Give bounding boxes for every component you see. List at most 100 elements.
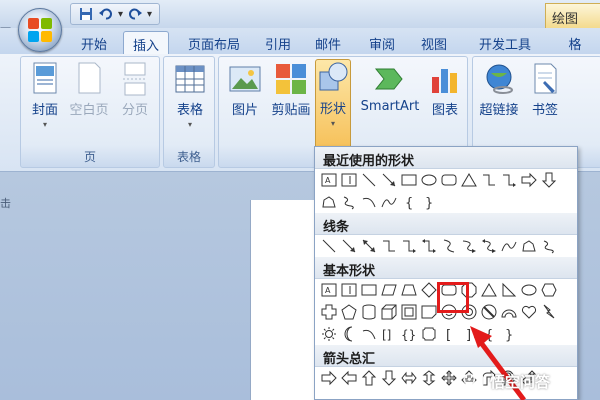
parallelogram-icon[interactable] <box>379 280 399 300</box>
tab-format[interactable]: 格 <box>560 31 590 55</box>
dropdown-arrow-icon: ▾ <box>42 120 47 129</box>
undo-icon[interactable] <box>97 6 115 22</box>
right-arrow-icon[interactable] <box>519 170 539 190</box>
clip-art-icon <box>273 61 309 97</box>
curved-connector-icon[interactable] <box>439 236 459 256</box>
isosceles-triangle-icon[interactable] <box>479 280 499 300</box>
hyperlink-button[interactable]: 超链接 <box>477 61 521 118</box>
arc-icon[interactable] <box>359 192 379 212</box>
tab-home[interactable]: 开始 <box>74 31 114 55</box>
redo-icon[interactable] <box>126 6 144 22</box>
up-arrow-icon[interactable] <box>359 368 379 388</box>
clip-art-button[interactable]: 剪贴画 <box>269 61 313 118</box>
shape-row-lines <box>315 235 577 257</box>
scribble-icon[interactable] <box>339 192 359 212</box>
elbow-arrow-connector-icon[interactable] <box>499 170 519 190</box>
elbow-connector-icon[interactable] <box>479 170 499 190</box>
dropdown-arrow-icon: ▾ <box>187 120 192 129</box>
picture-button[interactable]: 图片 <box>223 61 267 118</box>
right-triangle-icon[interactable] <box>499 280 519 300</box>
elbow-arrow-connector-icon[interactable] <box>399 236 419 256</box>
left-arrow-icon[interactable] <box>339 368 359 388</box>
tab-insert[interactable]: 插入 <box>123 31 169 55</box>
curved-double-arrow-connector-icon[interactable] <box>479 236 499 256</box>
arrow-line-icon[interactable] <box>339 236 359 256</box>
cover-page-button[interactable]: 封面 ▾ <box>23 61 67 129</box>
double-arrow-line-icon[interactable] <box>359 236 379 256</box>
oval-icon[interactable] <box>519 280 539 300</box>
undo-dropdown-icon[interactable]: ▾ <box>118 9 123 20</box>
bevel-icon[interactable] <box>399 302 419 322</box>
up-down-arrow-icon[interactable] <box>419 368 439 388</box>
shapes-button[interactable]: 形状 ▾ <box>315 59 351 149</box>
double-brace-icon[interactable]: {} <box>399 324 419 344</box>
selected-shape-highlight <box>437 282 469 313</box>
vertical-text-box-icon[interactable] <box>339 280 359 300</box>
cover-page-icon <box>27 61 63 97</box>
freeform-icon[interactable] <box>519 236 539 256</box>
pentagon-icon[interactable] <box>339 302 359 322</box>
left-bracket-icon[interactable]: [ <box>439 324 459 344</box>
office-button[interactable] <box>18 8 62 52</box>
right-arrow-icon[interactable] <box>319 368 339 388</box>
quick-access-toolbar: ▾ ▾ <box>70 3 161 25</box>
tab-view[interactable]: 视图 <box>414 31 454 55</box>
line-icon[interactable] <box>359 170 379 190</box>
blank-page-button[interactable]: 空白页 <box>67 61 111 118</box>
arrow-line-icon[interactable] <box>379 170 399 190</box>
ribbon-tabs: 开始 插入 页面布局 引用 邮件 审阅 视图 开发工具 格 <box>0 28 600 55</box>
curved-arrow-connector-icon[interactable] <box>459 236 479 256</box>
plaque-icon[interactable] <box>419 324 439 344</box>
drawing-tools-context-tab[interactable]: 绘图 <box>545 3 600 29</box>
vertical-text-box-icon[interactable] <box>339 170 359 190</box>
triangle-icon[interactable] <box>459 170 479 190</box>
elbow-connector-icon[interactable] <box>379 236 399 256</box>
line-icon[interactable] <box>319 236 339 256</box>
tab-page-layout[interactable]: 页面布局 <box>180 31 248 55</box>
rectangle-icon[interactable] <box>359 280 379 300</box>
chart-button[interactable]: 图表 <box>423 61 467 118</box>
left-brace-icon[interactable]: { <box>399 192 419 212</box>
bookmark-button[interactable]: 书签 <box>523 61 567 118</box>
elbow-double-arrow-connector-icon[interactable] <box>419 236 439 256</box>
rounded-rectangle-icon[interactable] <box>439 170 459 190</box>
trapezoid-icon[interactable] <box>399 280 419 300</box>
down-arrow-icon[interactable] <box>539 170 559 190</box>
tab-developer[interactable]: 开发工具 <box>468 31 542 55</box>
curve-icon[interactable] <box>499 236 519 256</box>
svg-text:A: A <box>325 286 331 295</box>
customize-icon[interactable]: ▾ <box>147 9 152 20</box>
tab-references[interactable]: 引用 <box>258 31 298 55</box>
cube-icon[interactable] <box>379 302 399 322</box>
quad-arrow-icon[interactable] <box>439 368 459 388</box>
can-icon[interactable] <box>359 302 379 322</box>
text-box-icon[interactable]: A <box>319 280 339 300</box>
svg-text:A: A <box>325 176 331 185</box>
double-bracket-icon[interactable]: [] <box>379 324 399 344</box>
diamond-icon[interactable] <box>419 280 439 300</box>
lightning-bolt-icon[interactable] <box>539 302 559 322</box>
hexagon-icon[interactable] <box>539 280 559 300</box>
tab-mailings[interactable]: 邮件 <box>308 31 348 55</box>
arc-icon[interactable] <box>359 324 379 344</box>
sun-icon[interactable] <box>319 324 339 344</box>
page-break-button[interactable]: 分页 <box>113 61 157 118</box>
moon-icon[interactable] <box>339 324 359 344</box>
down-arrow-icon[interactable] <box>379 368 399 388</box>
freeform-icon[interactable] <box>319 192 339 212</box>
text-box-icon[interactable]: A <box>319 170 339 190</box>
folded-corner-icon[interactable] <box>419 302 439 322</box>
svg-text:{: { <box>405 196 413 210</box>
rectangle-icon[interactable] <box>399 170 419 190</box>
cross-icon[interactable] <box>319 302 339 322</box>
smartart-button[interactable]: SmartArt <box>359 61 421 114</box>
save-icon[interactable] <box>77 6 95 22</box>
tab-review[interactable]: 审阅 <box>362 31 402 55</box>
dropdown-arrow-icon: ▾ <box>330 119 335 128</box>
oval-icon[interactable] <box>419 170 439 190</box>
table-button[interactable]: 表格 ▾ <box>168 61 212 129</box>
curve-icon[interactable] <box>379 192 399 212</box>
left-right-arrow-icon[interactable] <box>399 368 419 388</box>
right-brace-icon[interactable]: } <box>419 192 439 212</box>
scribble-icon[interactable] <box>539 236 559 256</box>
